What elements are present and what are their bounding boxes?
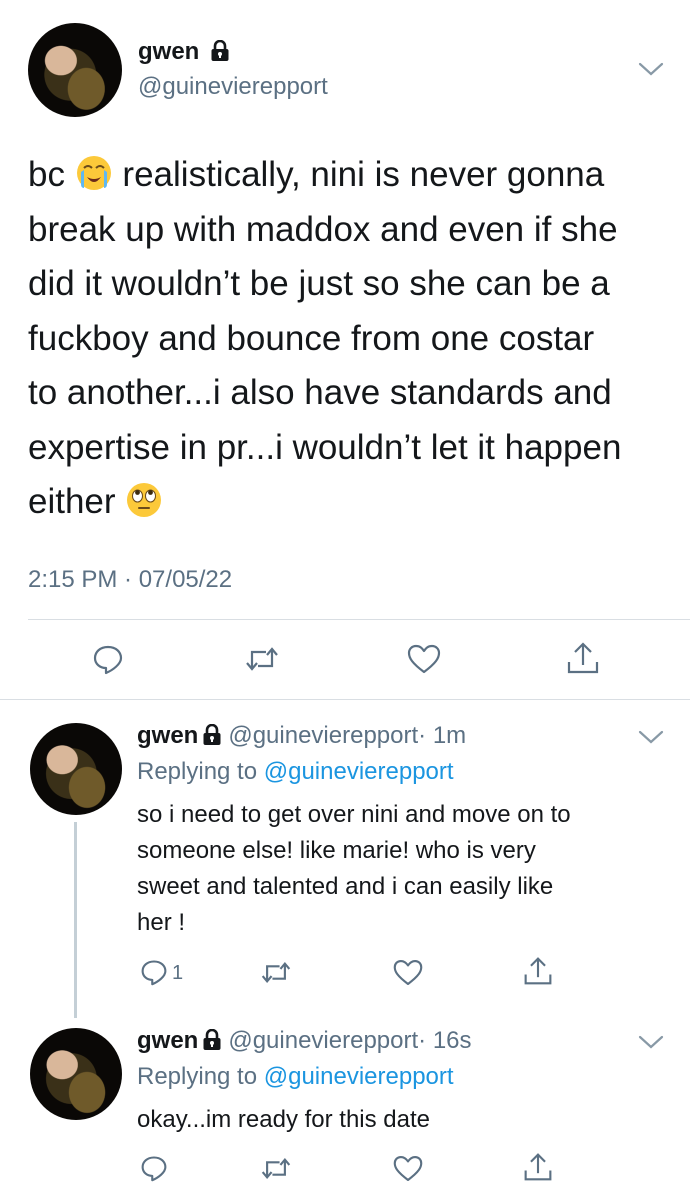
retweet-icon[interactable] [260, 1156, 292, 1181]
chevron-down-icon[interactable] [638, 61, 664, 77]
reply-count: 1 [172, 962, 184, 984]
author-handle[interactable]: @guinevierepport [228, 722, 418, 749]
lock-icon [203, 724, 221, 745]
reply-icon[interactable] [140, 958, 168, 986]
share-icon[interactable] [523, 956, 553, 986]
share-icon[interactable] [566, 641, 600, 675]
author-name[interactable]: gwen [137, 1027, 198, 1054]
tweet-timestamp[interactable]: 2:15 PM · 07/05/22 [28, 566, 232, 594]
replying-to-link[interactable]: @guinevierepport [264, 1063, 454, 1090]
tweet-time[interactable]: · 16s [418, 1027, 471, 1054]
avatar[interactable] [28, 23, 122, 117]
author-name[interactable]: gwen [137, 722, 198, 749]
reply-text: okay...im ready for this date [137, 1106, 431, 1133]
chevron-down-icon[interactable] [638, 1034, 664, 1050]
lock-icon [211, 40, 229, 61]
tweet-text: bc realistically, nini is never gonna br… [28, 155, 622, 521]
chevron-down-icon[interactable] [638, 729, 664, 745]
thread-line [74, 822, 77, 1018]
like-icon[interactable] [393, 959, 423, 986]
reply-icon[interactable] [140, 1154, 168, 1182]
like-icon[interactable] [393, 1155, 423, 1182]
author-handle[interactable]: @guinevierepport [228, 1027, 418, 1054]
divider [28, 619, 690, 620]
retweet-icon[interactable] [244, 645, 280, 673]
lock-icon [203, 1029, 221, 1050]
divider [0, 699, 690, 700]
retweet-icon[interactable] [260, 960, 292, 985]
like-icon[interactable] [407, 644, 441, 674]
author-name[interactable]: gwen [138, 38, 236, 66]
replying-to-link[interactable]: @guinevierepport [264, 758, 454, 785]
reply-icon[interactable] [92, 643, 124, 675]
avatar[interactable] [30, 723, 122, 815]
loudly-crying-face-emoji [76, 156, 111, 190]
tweet-time[interactable]: · 1m [418, 722, 466, 749]
avatar[interactable] [30, 1028, 122, 1120]
face-with-rolling-eyes-emoji [127, 483, 162, 517]
reply-header: gwen @guinevierepport· 16s [137, 1027, 472, 1055]
author-handle[interactable]: @guinevierepport [138, 73, 328, 101]
reply-text: so i need to get over nini and move on t… [137, 801, 571, 936]
share-icon[interactable] [523, 1152, 553, 1182]
replying-to: Replying to @guinevierepport [137, 758, 454, 785]
reply-header: gwen @guinevierepport· 1m [137, 722, 466, 750]
replying-to: Replying to @guinevierepport [137, 1063, 454, 1090]
